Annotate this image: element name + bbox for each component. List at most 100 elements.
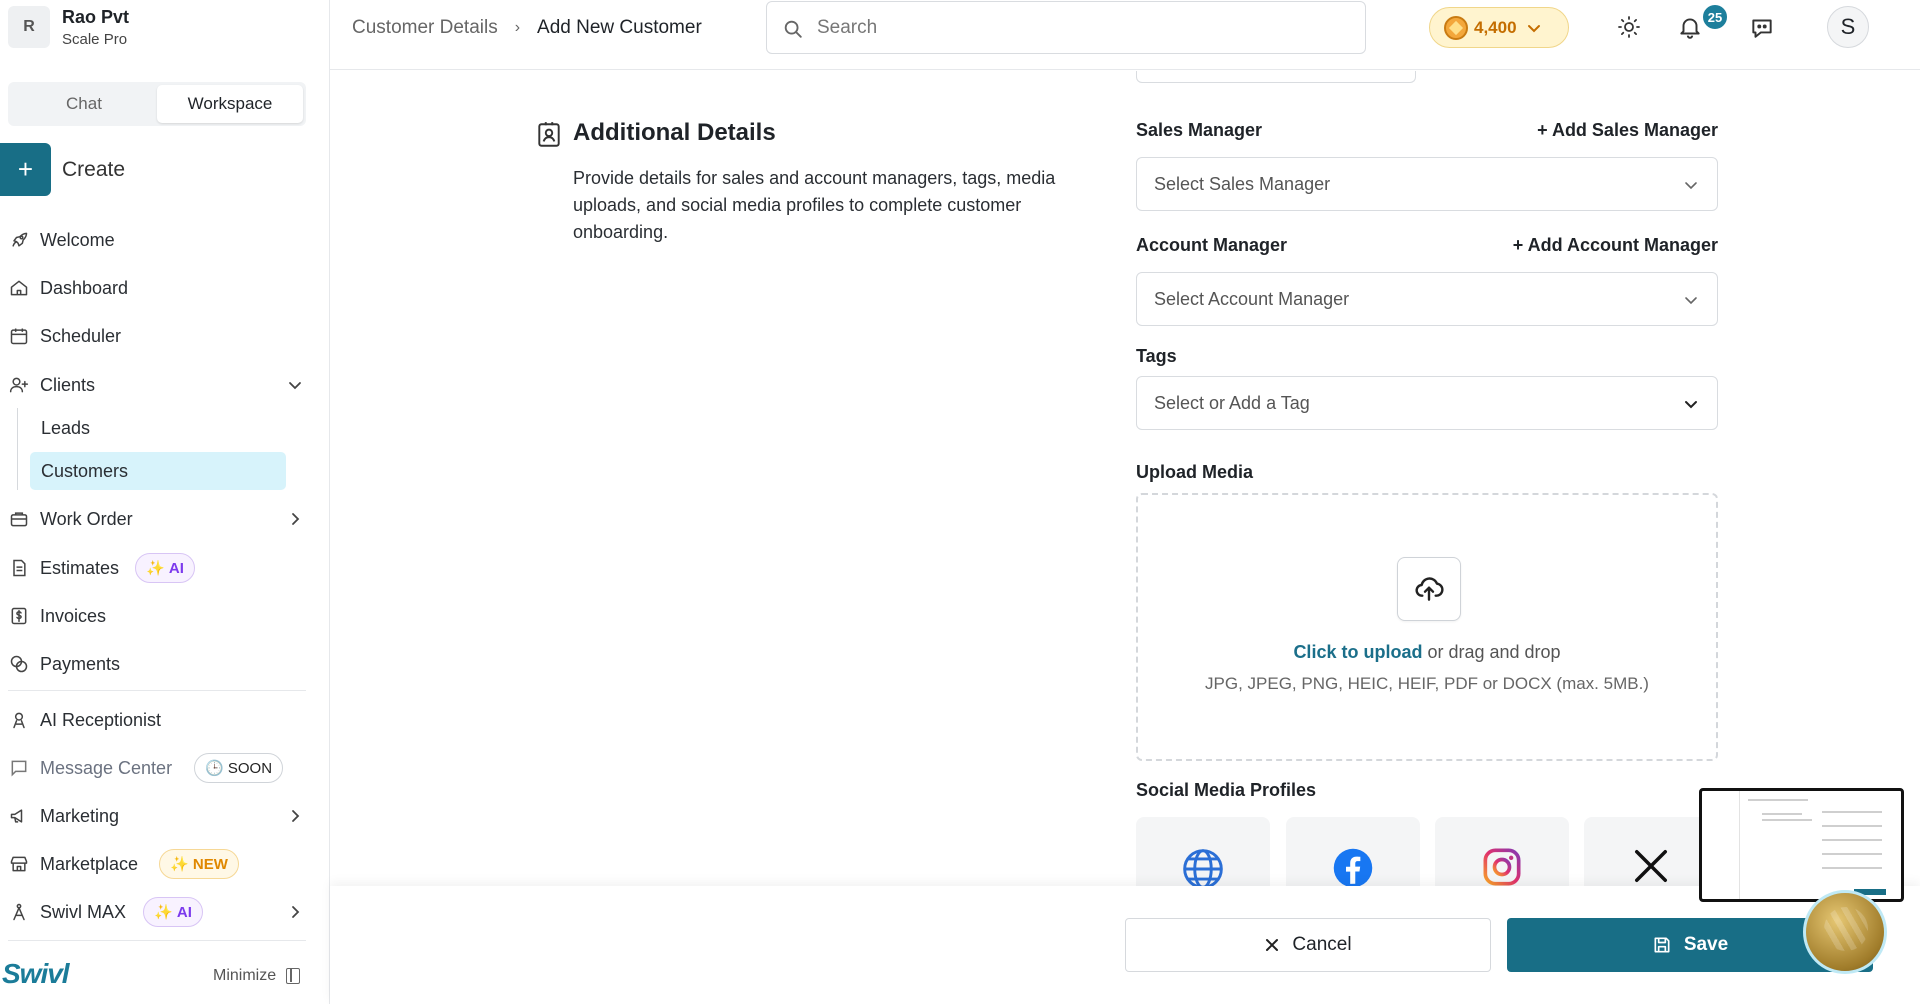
ai-badge-label: AI (168, 559, 184, 577)
social-instagram-button[interactable] (1435, 817, 1569, 886)
social-x-button[interactable] (1584, 817, 1718, 886)
sidebar-item-label: Message Center (40, 757, 173, 778)
chevron-down-icon (1685, 182, 1697, 190)
sidebar-item-label: Dashboard (40, 277, 129, 298)
preview-line (1748, 799, 1808, 801)
user-plus-icon (9, 375, 29, 395)
close-icon (1266, 939, 1279, 951)
sales-manager-select[interactable]: Select Sales Manager (1136, 157, 1718, 211)
preview-line (1822, 825, 1882, 827)
chevron-down-icon (1685, 297, 1697, 305)
social-website-button[interactable] (1136, 817, 1270, 886)
tab-chat[interactable]: Chat (11, 85, 157, 123)
theme-toggle-button[interactable] (1615, 13, 1643, 41)
chevron-down-icon (1685, 401, 1697, 409)
app-window: R Rao Pvt Scale Pro Chat Workspace + Cre… (0, 0, 1920, 1004)
cancel-button[interactable]: Cancel (1125, 918, 1491, 972)
notification-count-badge: 25 (1701, 3, 1729, 31)
sidebar-collapse-icon (286, 968, 301, 984)
new-badge-label: NEW (192, 855, 228, 873)
compass-icon (9, 902, 29, 922)
account-manager-placeholder: Select Account Manager (1154, 288, 1350, 309)
search-input[interactable] (817, 14, 1337, 42)
sidebar-item-estimates[interactable]: Estimates ✨ AI (0, 548, 330, 588)
sidebar-item-label: AI Receptionist (40, 709, 162, 730)
tags-placeholder: Select or Add a Tag (1154, 392, 1310, 413)
ai-chat-button[interactable] (1748, 13, 1776, 41)
assistant-orb-avatar[interactable] (1803, 890, 1887, 974)
minimize-button[interactable]: Minimize (213, 967, 301, 985)
account-manager-select[interactable]: Select Account Manager (1136, 272, 1718, 326)
save-icon (1654, 937, 1670, 953)
home-icon (9, 278, 29, 298)
bell-icon (1680, 18, 1700, 39)
screen-recording-preview[interactable] (1699, 788, 1904, 902)
instagram-icon (1483, 848, 1521, 886)
upload-dropzone[interactable]: Click to upload or drag and drop JPG, JP… (1136, 493, 1718, 761)
click-to-upload-link[interactable]: Click to upload (1293, 642, 1422, 662)
tab-workspace[interactable]: Workspace (157, 85, 303, 123)
create-label: Create (62, 157, 126, 181)
sidebar-item-marketplace[interactable]: Marketplace ✨ NEW (0, 844, 330, 884)
sidebar-item-label: Payments (40, 653, 121, 674)
previous-field-partial (1136, 71, 1416, 83)
chevron-right-icon (292, 906, 300, 918)
search-box (766, 1, 1366, 54)
create-button[interactable]: + Create (0, 143, 125, 196)
facebook-icon (1333, 848, 1373, 886)
sparkle-icon: ✨ (170, 856, 193, 873)
submenu-guide-line (17, 408, 18, 490)
org-switcher[interactable]: R Rao Pvt Scale Pro (8, 6, 129, 48)
headset-icon (9, 710, 29, 730)
sidebar-item-swivl-max[interactable]: Swivl MAX ✨ AI (0, 892, 330, 932)
sidebar-item-clients[interactable]: Clients (0, 365, 330, 405)
sidebar-item-payments[interactable]: Payments (0, 644, 330, 684)
ai-badge: ✨ AI (135, 553, 195, 583)
x-icon (1635, 850, 1667, 882)
credits-dropdown[interactable]: 4,400 (1429, 7, 1569, 48)
preview-line (1822, 867, 1882, 869)
sidebar-item-invoices[interactable]: Invoices (0, 596, 330, 636)
cloud-upload-icon (1415, 577, 1444, 601)
sidebar-item-label: Welcome (40, 229, 115, 250)
user-avatar[interactable]: S (1827, 6, 1869, 48)
sidebar-item-dashboard[interactable]: Dashboard (0, 268, 330, 308)
social-facebook-button[interactable] (1286, 817, 1420, 886)
preview-line (1822, 839, 1882, 841)
sidebar-item-ai-receptionist[interactable]: AI Receptionist (0, 700, 330, 740)
preview-line (1762, 819, 1812, 821)
sun-icon (1618, 16, 1640, 38)
sidebar-item-label: Estimates (40, 557, 120, 578)
sidebar-item-label: Scheduler (40, 325, 122, 346)
sidebar-item-marketing[interactable]: Marketing (0, 796, 330, 836)
credits-value: 4,400 (1474, 17, 1517, 37)
coins-icon (9, 654, 29, 674)
sidebar-item-scheduler[interactable]: Scheduler (0, 316, 330, 356)
add-account-manager-link[interactable]: + Add Account Manager (1410, 235, 1718, 256)
form-footer: Cancel Save (330, 886, 1920, 1004)
document-icon (9, 558, 29, 578)
upload-button[interactable] (1397, 557, 1461, 621)
section-title: Additional Details (573, 119, 776, 146)
sidebar-item-leads[interactable]: Leads (30, 409, 286, 447)
sidebar-item-work-order[interactable]: Work Order (0, 499, 330, 539)
message-icon (9, 758, 29, 778)
mode-toggle: Chat Workspace (8, 82, 306, 126)
sidebar-item-customers[interactable]: Customers (30, 452, 286, 490)
org-info: Rao Pvt Scale Pro (62, 7, 129, 48)
sidebar-item-welcome[interactable]: Welcome (0, 220, 330, 260)
calendar-icon (9, 326, 29, 346)
sales-manager-placeholder: Select Sales Manager (1154, 173, 1331, 194)
briefcase-icon (9, 509, 29, 529)
dollar-icon (9, 606, 29, 626)
clock-icon: 🕒 (205, 760, 228, 777)
soon-badge-label: SOON (227, 759, 273, 777)
coin-icon (1444, 15, 1468, 40)
notifications-button[interactable] (1676, 13, 1704, 41)
sidebar-item-message-center[interactable]: Message Center 🕒 SOON (0, 748, 330, 788)
sidebar-item-label: Swivl MAX (40, 901, 127, 922)
breadcrumb-customer-details[interactable]: Customer Details (352, 17, 498, 39)
tags-select[interactable]: Select or Add a Tag (1136, 376, 1718, 430)
top-bar: Customer Details › Add New Customer 4,40… (330, 0, 1920, 70)
add-sales-manager-link[interactable]: + Add Sales Manager (1440, 120, 1718, 141)
